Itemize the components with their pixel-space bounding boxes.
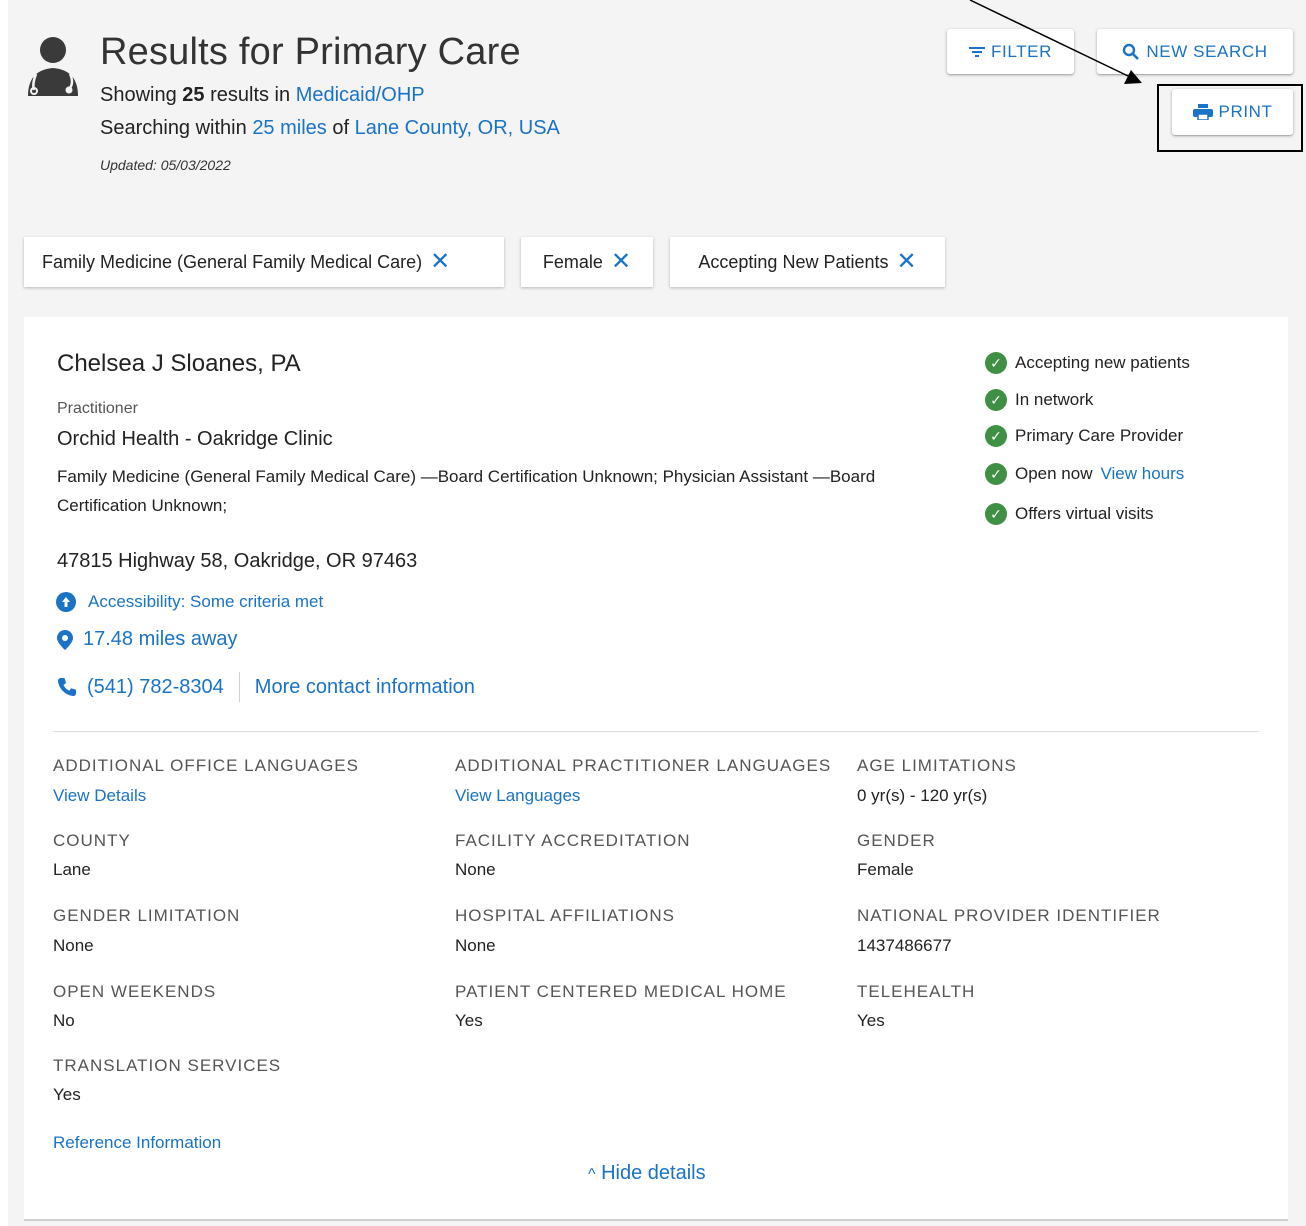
npi-label: NATIONAL PROVIDER IDENTIFIER — [857, 906, 1161, 925]
status-pcp: ✓ Primary Care Provider — [985, 425, 1183, 447]
hospital-affiliations-value: None — [455, 936, 496, 955]
search-radius-summary: Searching within 25 miles of Lane County… — [100, 117, 560, 140]
check-icon: ✓ — [985, 425, 1007, 447]
age-limitations-label: AGE LIMITATIONS — [857, 756, 1017, 775]
accessibility-icon — [56, 592, 76, 612]
radius-link[interactable]: 25 miles — [252, 117, 326, 139]
remove-icon[interactable]: ✕ — [611, 250, 631, 274]
chip-label: Accepting New Patients — [698, 251, 889, 272]
provider-type: Practitioner — [57, 400, 138, 417]
details-divider — [53, 731, 1259, 732]
distance-link[interactable]: 17.48 miles away — [57, 628, 238, 651]
view-details-link[interactable]: View Details — [53, 786, 146, 806]
gender-limitation-label: GENDER LIMITATION — [53, 906, 241, 925]
status-label: Primary Care Provider — [1015, 426, 1184, 445]
hide-details-label: Hide details — [601, 1162, 706, 1184]
phone-number: (541) 782-8304 — [87, 675, 224, 698]
accreditation-label: FACILITY ACCREDITATION — [455, 831, 691, 850]
reference-information-link[interactable]: Reference Information — [53, 1133, 221, 1153]
translation-value: Yes — [53, 1085, 81, 1104]
result-count: 25 — [182, 84, 205, 106]
gender-value: Female — [857, 860, 914, 879]
status-label: In network — [1015, 390, 1094, 409]
chip-female[interactable]: Female ✕ — [521, 237, 653, 287]
searching-within-text: Searching within — [100, 117, 247, 139]
view-languages-link[interactable]: View Languages — [455, 786, 580, 806]
telehealth-value: Yes — [857, 1011, 885, 1030]
status-label: Open now — [1015, 464, 1093, 483]
results-in-text: results in — [210, 84, 291, 106]
status-network: ✓ In network — [985, 389, 1093, 411]
phone-link[interactable]: (541) 782-8304 — [57, 676, 224, 699]
distance-label: 17.48 miles away — [83, 628, 238, 650]
filter-label: FILTER — [991, 41, 1052, 61]
filter-button[interactable]: FILTER — [947, 29, 1074, 74]
status-label: Offers virtual visits — [1015, 504, 1154, 523]
provider-name: Chelsea J Sloanes, PA — [57, 350, 301, 377]
hospital-affiliations-label: HOSPITAL AFFILIATIONS — [455, 906, 676, 925]
contact-row: (541) 782-8304 More contact information — [57, 672, 475, 702]
gender-limitation-value: None — [53, 936, 94, 955]
chip-label: Female — [542, 251, 603, 272]
status-open-now: ✓ Open now View hours — [985, 463, 1184, 485]
check-icon: ✓ — [985, 389, 1007, 411]
chevron-up-icon: ^ — [588, 1166, 596, 1183]
updated-date: Updated: 05/03/2022 — [100, 157, 231, 173]
remove-icon[interactable]: ✕ — [897, 250, 917, 274]
location-link[interactable]: Lane County, OR, USA — [355, 117, 560, 139]
printer-icon — [1192, 104, 1213, 120]
county-label: COUNTY — [53, 831, 131, 850]
plan-link[interactable]: Medicaid/OHP — [296, 84, 425, 106]
chip-label: Family Medicine (General Family Medical … — [42, 251, 423, 272]
check-icon: ✓ — [985, 352, 1007, 374]
new-search-label: NEW SEARCH — [1146, 41, 1268, 61]
results-summary: Showing 25 results in Medicaid/OHP — [100, 84, 425, 107]
accessibility-link[interactable]: Accessibility: Some criteria met — [56, 592, 323, 612]
remove-icon[interactable]: ✕ — [430, 250, 450, 274]
filter-icon — [969, 46, 986, 57]
clinic-name: Orchid Health - Oakridge Clinic — [57, 428, 333, 450]
showing-text: Showing — [100, 84, 177, 106]
accreditation-value: None — [455, 860, 496, 879]
practitioner-languages-label: ADDITIONAL PRACTITIONER LANGUAGES — [455, 756, 832, 775]
status-accepting: ✓ Accepting new patients — [985, 352, 1190, 374]
check-icon: ✓ — [985, 463, 1007, 485]
page-title: Results for Primary Care — [100, 31, 521, 73]
accessibility-label: Accessibility: Some criteria met — [88, 592, 324, 611]
hide-details-button[interactable]: ^ Hide details — [588, 1162, 706, 1185]
office-languages-label: ADDITIONAL OFFICE LANGUAGES — [53, 756, 359, 775]
view-hours-link[interactable]: View hours — [1101, 464, 1185, 484]
location-pin-icon — [57, 629, 73, 650]
pcmh-label: PATIENT CENTERED MEDICAL HOME — [455, 982, 787, 1001]
card-divider — [24, 1219, 1288, 1221]
phone-icon — [58, 678, 76, 696]
status-label: Accepting new patients — [1015, 353, 1190, 372]
chip-family-medicine[interactable]: Family Medicine (General Family Medical … — [24, 237, 504, 287]
status-virtual: ✓ Offers virtual visits — [985, 503, 1154, 525]
gender-label: GENDER — [857, 831, 936, 850]
print-button[interactable]: PRINT — [1172, 89, 1293, 135]
check-icon: ✓ — [985, 503, 1007, 525]
age-limitations-value: 0 yr(s) - 120 yr(s) — [857, 786, 988, 805]
more-contact-link[interactable]: More contact information — [255, 676, 475, 699]
npi-value: 1437486677 — [857, 936, 952, 955]
telehealth-label: TELEHEALTH — [857, 982, 976, 1001]
print-label: PRINT — [1218, 102, 1273, 121]
specialty-text: Family Medicine (General Family Medical … — [57, 467, 876, 515]
contact-divider — [238, 672, 240, 702]
doctor-avatar-icon — [28, 37, 78, 96]
county-value: Lane — [53, 860, 91, 879]
pcmh-value: Yes — [455, 1011, 483, 1030]
search-icon — [1123, 43, 1140, 60]
translation-label: TRANSLATION SERVICES — [53, 1056, 282, 1075]
open-weekends-value: No — [53, 1011, 75, 1030]
of-text: of — [332, 117, 350, 139]
provider-address: 47815 Highway 58, Oakridge, OR 97463 — [57, 550, 418, 572]
chip-accepting-new-patients[interactable]: Accepting New Patients ✕ — [670, 237, 945, 287]
new-search-button[interactable]: NEW SEARCH — [1097, 29, 1293, 74]
open-weekends-label: OPEN WEEKENDS — [53, 982, 217, 1001]
